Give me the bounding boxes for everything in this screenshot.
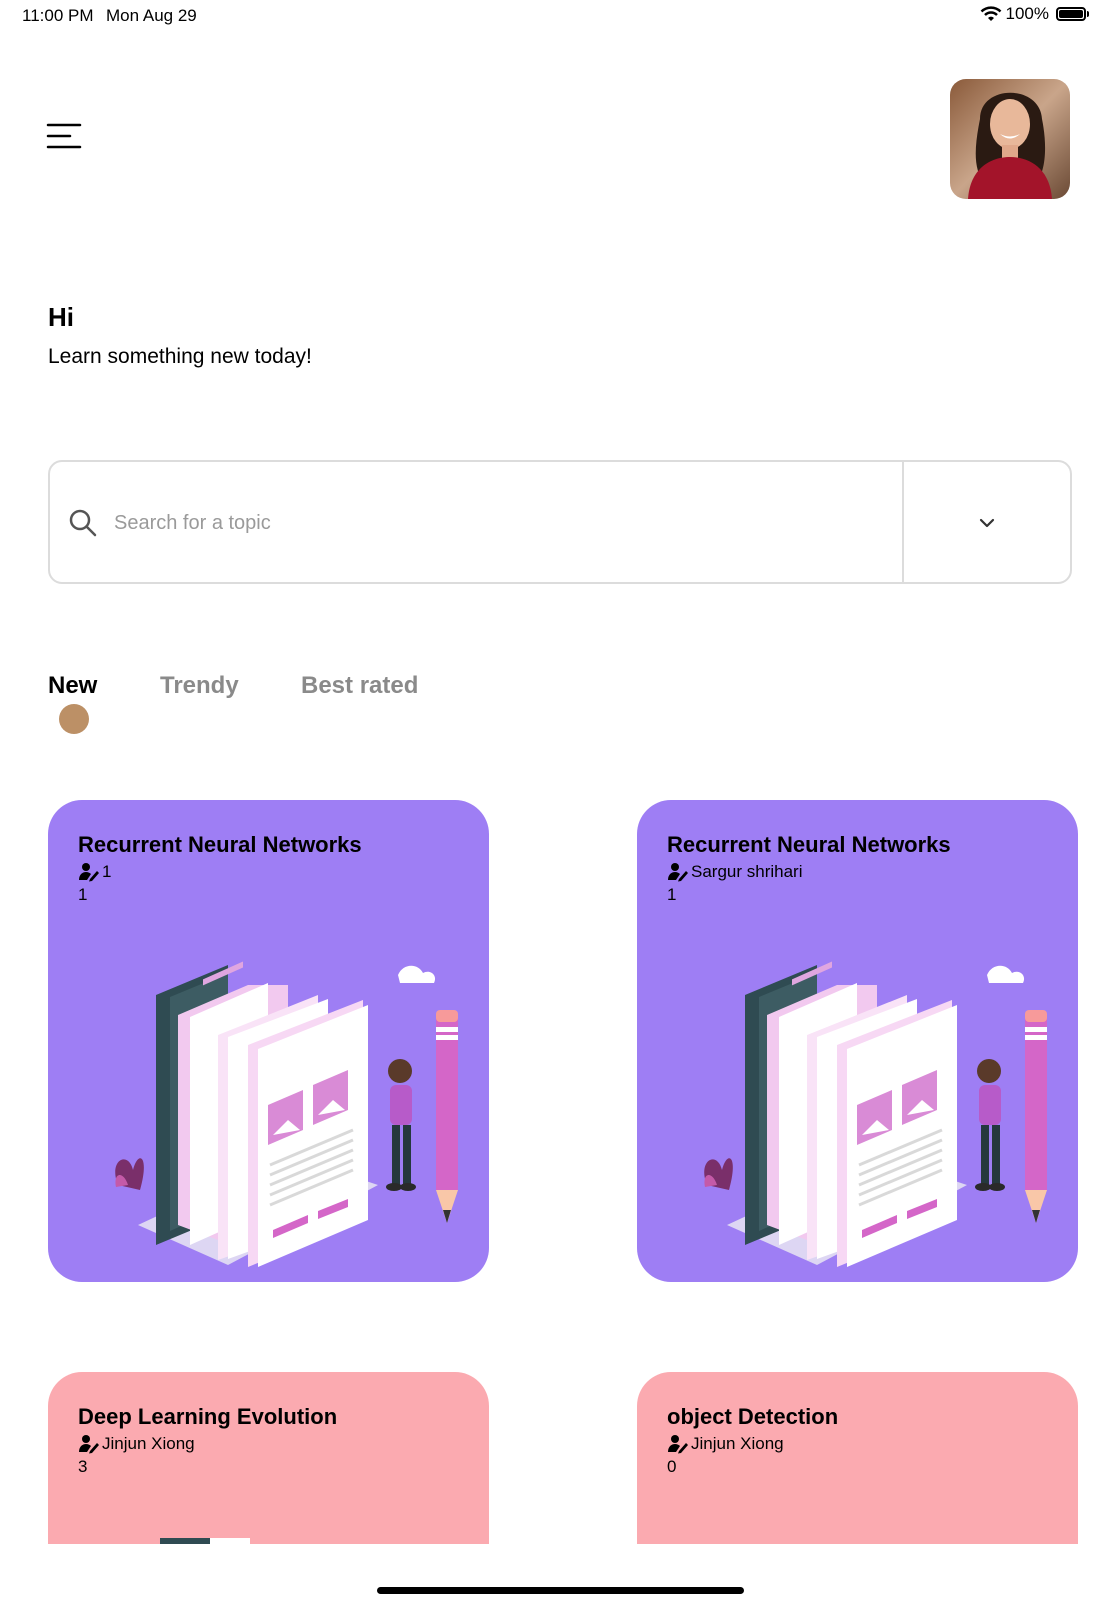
filter-dropdown[interactable] — [904, 462, 1070, 582]
menu-button[interactable] — [46, 122, 82, 152]
card-count: 1 — [667, 885, 677, 904]
course-illustration — [702, 960, 1047, 1269]
course-card[interactable]: Deep Learning Evolution Jinjun Xiong 3 — [48, 1372, 489, 1544]
card-author-name: Jinjun Xiong — [102, 1434, 195, 1453]
card-author: Jinjun Xiong — [78, 1434, 195, 1454]
card-author-name: 1 — [102, 862, 112, 881]
status-time: 11:00 PM — [22, 6, 94, 25]
greeting-title: Hi — [48, 302, 74, 332]
battery-icon — [1056, 7, 1086, 21]
card-title: object Detection — [667, 1404, 839, 1429]
search-bar — [48, 460, 1072, 584]
card-author-name: Jinjun Xiong — [691, 1434, 784, 1453]
tab-trendy[interactable]: Trendy — [160, 672, 239, 700]
search-field-container[interactable] — [50, 462, 904, 582]
search-input[interactable] — [112, 502, 876, 544]
hamburger-menu-icon — [46, 123, 82, 149]
card-author: 1 — [78, 862, 111, 882]
avatar[interactable] — [950, 79, 1070, 199]
tab-new[interactable]: New — [48, 672, 97, 700]
user-edit-icon — [668, 1435, 688, 1454]
card-title: Recurrent Neural Networks — [78, 832, 362, 857]
status-date: Mon Aug 29 — [106, 6, 197, 25]
card-author: Sargur shrihari — [667, 862, 803, 882]
search-icon — [69, 509, 97, 537]
battery-cap — [1087, 11, 1089, 17]
card-author: Jinjun Xiong — [667, 1434, 784, 1454]
tab-best-rated[interactable]: Best rated — [301, 672, 418, 700]
active-tab-indicator — [59, 704, 89, 734]
card-author-name: Sargur shrihari — [691, 862, 803, 881]
course-card[interactable]: object Detection Jinjun Xiong 0 — [637, 1372, 1078, 1544]
card-count: 0 — [667, 1457, 677, 1476]
status-indicators: 100% — [980, 4, 1089, 24]
avatar-photo — [950, 79, 1070, 199]
wifi-icon — [980, 6, 1001, 21]
card-title: Deep Learning Evolution — [78, 1404, 338, 1429]
course-card[interactable]: Recurrent Neural Networks 1 1 — [48, 800, 489, 1282]
user-edit-icon — [79, 1435, 99, 1454]
card-title: Recurrent Neural Networks — [667, 832, 951, 857]
home-indicator — [377, 1587, 744, 1594]
greeting-subtitle: Learn something new today! — [48, 345, 312, 368]
course-card[interactable]: Recurrent Neural Networks Sargur shrihar… — [637, 800, 1078, 1282]
user-edit-icon — [668, 863, 688, 882]
card-count: 3 — [78, 1457, 88, 1476]
user-edit-icon — [79, 863, 99, 882]
course-illustration — [160, 1538, 250, 1544]
battery-level — [1059, 10, 1083, 18]
course-illustration — [113, 960, 458, 1269]
status-bar: 11:00 PM Mon Aug 29 100% — [0, 0, 1117, 32]
chevron-down-icon — [979, 518, 995, 528]
card-count: 1 — [78, 885, 88, 904]
battery-percent: 100% — [1005, 4, 1049, 23]
